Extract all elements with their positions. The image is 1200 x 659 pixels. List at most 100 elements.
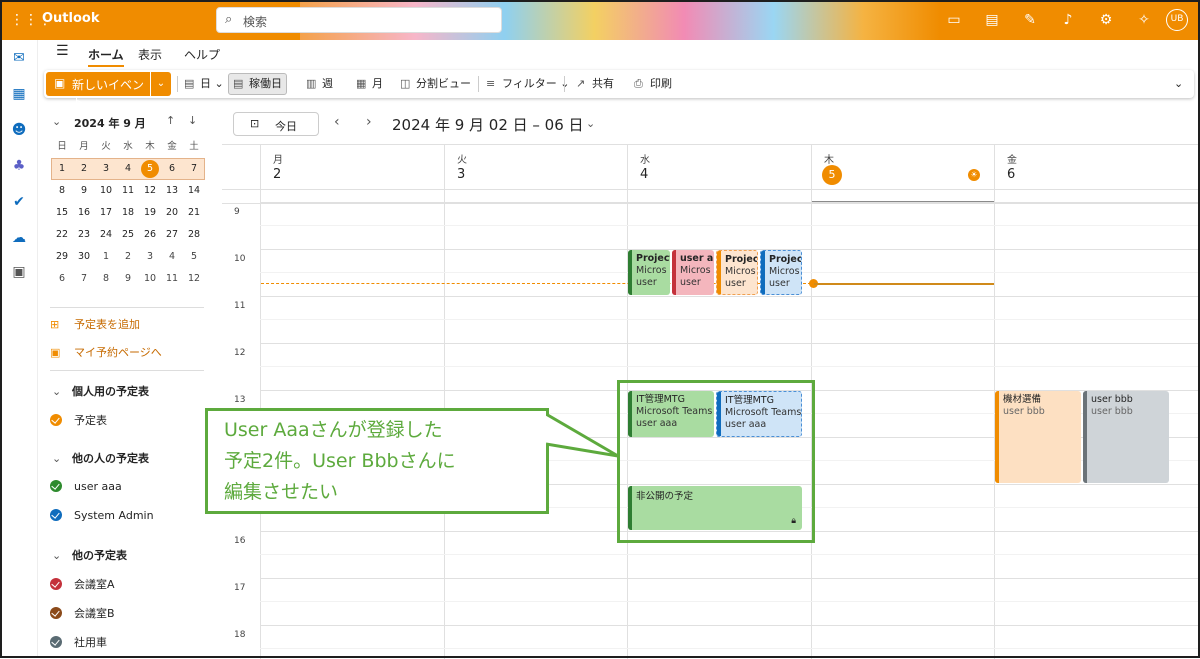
bell-icon[interactable]: ♪ (1058, 10, 1078, 30)
event-card[interactable]: Project Micros user (628, 250, 670, 295)
chevron-down-icon[interactable]: ⌄ (586, 117, 595, 130)
today-button[interactable]: ⊡ 今日 (233, 112, 319, 136)
mini-calendar-day[interactable]: 6 (161, 158, 183, 180)
groups-icon[interactable]: ♣ (9, 156, 29, 176)
booking-page-link[interactable]: ▣ マイ予約ページへ (50, 344, 162, 360)
mini-calendar-day[interactable]: 1 (51, 158, 73, 180)
mini-calendar-day[interactable]: 28 (183, 224, 205, 246)
tab-home[interactable]: ホーム (88, 46, 124, 67)
mini-calendar-day[interactable]: 3 (139, 246, 161, 268)
mini-calendar-day[interactable]: 14 (183, 180, 205, 202)
mini-calendar-day[interactable]: 26 (139, 224, 161, 246)
mini-calendar-day[interactable]: 12 (183, 268, 205, 290)
next-week-icon[interactable]: › (366, 114, 372, 130)
new-event-dropdown[interactable]: ⌄ (151, 72, 171, 96)
previous-week-icon[interactable]: ‹ (334, 114, 340, 130)
tab-view[interactable]: 表示 (138, 46, 162, 63)
share-button[interactable]: ↗ 共有 (576, 74, 614, 94)
mini-calendar-day[interactable]: 23 (73, 224, 95, 246)
mail-icon[interactable]: ✉ (9, 48, 29, 68)
gear-icon[interactable]: ⚙ (1096, 10, 1116, 30)
calendar-icon[interactable]: ▦ (9, 84, 29, 104)
more-apps-icon[interactable]: ▣ (9, 262, 29, 282)
todo-icon[interactable]: ✔ (9, 192, 29, 212)
mini-calendar-day[interactable]: 2 (117, 246, 139, 268)
group-other-calendars[interactable]: ⌄ 他の予定表 (52, 547, 127, 563)
mini-calendar-day[interactable]: 9 (117, 268, 139, 290)
mini-calendar-day[interactable]: 21 (183, 202, 205, 224)
mini-calendar-day[interactable]: 17 (95, 202, 117, 224)
next-month-icon[interactable]: ↓ (188, 114, 197, 127)
day-header-mon[interactable]: 月 2 (260, 145, 444, 203)
teams-icon[interactable]: ▤ (982, 10, 1002, 30)
calendar-item-room-b[interactable]: 会議室B (50, 605, 115, 621)
mini-calendar-month[interactable]: 2024 年 9 月 (74, 115, 146, 131)
mini-calendar-day[interactable]: 22 (51, 224, 73, 246)
day-view-button[interactable]: ▤ 日 ⌄ (184, 74, 224, 94)
mini-calendar-collapse-icon[interactable]: ⌄ (52, 115, 61, 128)
mini-calendar-day[interactable]: 4 (161, 246, 183, 268)
mini-calendar-day[interactable]: 7 (73, 268, 95, 290)
onedrive-icon[interactable]: ☁ (9, 228, 29, 248)
event-card[interactable]: Project Micros user (760, 250, 802, 295)
day-header-wed[interactable]: 水 4 (627, 145, 811, 203)
mini-calendar-day[interactable]: 4 (117, 158, 139, 180)
calendar-item-personal[interactable]: 予定表 (50, 412, 107, 428)
day-header-tue[interactable]: 火 3 (444, 145, 627, 203)
work-week-view-button[interactable]: ▤ 稼働日 (228, 73, 287, 95)
event-card[interactable]: user a Micros user (672, 250, 714, 295)
prev-month-icon[interactable]: ↑ (166, 114, 175, 127)
mini-calendar-day[interactable]: 2 (73, 158, 95, 180)
mini-calendar-day[interactable]: 10 (95, 180, 117, 202)
calendar-item-company-car[interactable]: 社用車 (50, 634, 107, 650)
weather-icon[interactable]: ☀ (968, 169, 980, 181)
mini-calendar-day[interactable]: 27 (161, 224, 183, 246)
people-icon[interactable]: ☻ (9, 120, 29, 140)
calendar-item-user-aaa[interactable]: user aaa (50, 480, 122, 493)
mini-calendar-day[interactable]: 5 (139, 158, 161, 180)
lightbulb-icon[interactable]: ✧ (1134, 10, 1154, 30)
day-header-fri[interactable]: 金 6 (994, 145, 1198, 203)
mini-calendar-day[interactable]: 11 (117, 180, 139, 202)
mini-calendar-day[interactable]: 1 (95, 246, 117, 268)
mini-calendar-day[interactable]: 8 (51, 180, 73, 202)
day-header-thu[interactable]: 木 5 ☀ (811, 145, 994, 203)
avatar[interactable]: UB (1166, 9, 1188, 31)
mini-calendar-day[interactable]: 30 (73, 246, 95, 268)
mini-calendar-day[interactable]: 15 (51, 202, 73, 224)
event-card[interactable]: Project Micros user (716, 250, 758, 295)
app-brand[interactable]: Outlook (42, 11, 99, 26)
mini-calendar-day[interactable]: 6 (51, 268, 73, 290)
tab-help[interactable]: ヘルプ (184, 46, 220, 63)
mini-calendar-day[interactable]: 24 (95, 224, 117, 246)
filter-button[interactable]: ≡フィルター ⌄ (486, 74, 570, 94)
mini-calendar-day[interactable]: 8 (95, 268, 117, 290)
mini-calendar-day[interactable]: 20 (161, 202, 183, 224)
group-others[interactable]: ⌄ 他の人の予定表 (52, 450, 149, 466)
event-card[interactable]: 機材選備 user bbb (995, 391, 1081, 483)
group-personal[interactable]: ⌄ 個人用の予定表 (52, 383, 149, 399)
event-card[interactable]: IT管理MTG Microsoft Teams user aaa (628, 391, 714, 437)
calendar-item-system-admin[interactable]: System Admin (50, 509, 154, 522)
calendar-item-room-a[interactable]: 会議室A (50, 576, 115, 592)
add-calendar-link[interactable]: ⊞ 予定表を追加 (50, 316, 140, 332)
mini-calendar-day[interactable]: 9 (73, 180, 95, 202)
mini-calendar-day[interactable]: 19 (139, 202, 161, 224)
print-button[interactable]: ⎙ 印刷 (634, 74, 672, 94)
ribbon-collapse-icon[interactable]: ⌄ (1174, 74, 1183, 94)
event-card[interactable]: user bbb user bbb (1083, 391, 1169, 483)
note-icon[interactable]: ✎ (1020, 10, 1040, 30)
week-view-button[interactable]: ▥ 週 (306, 74, 333, 94)
mini-calendar-day[interactable]: 5 (183, 246, 205, 268)
mini-calendar-day[interactable]: 3 (95, 158, 117, 180)
search-input[interactable]: ⌕ 検索 (216, 7, 502, 33)
date-range[interactable]: 2024 年 9 月 02 日 – 06 日 (392, 114, 584, 135)
event-card[interactable]: IT管理MTG Microsoft Teams user aaa (716, 391, 802, 437)
mini-calendar-day[interactable]: 29 (51, 246, 73, 268)
mini-calendar-day[interactable]: 7 (183, 158, 205, 180)
hamburger-icon[interactable]: ☰ (56, 43, 69, 59)
mini-calendar-day[interactable]: 12 (139, 180, 161, 202)
month-view-button[interactable]: ▦ 月 (356, 74, 383, 94)
meet-now-icon[interactable]: ▭ (944, 10, 964, 30)
app-launcher-icon[interactable]: ⋮⋮⋮ (10, 12, 52, 28)
